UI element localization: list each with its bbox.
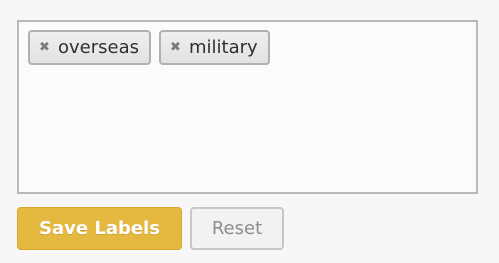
- labels-input-area[interactable]: ✖ overseas ✖ military: [17, 20, 478, 194]
- label-chip-text: overseas: [58, 37, 139, 58]
- action-buttons: Save Labels Reset: [17, 207, 284, 250]
- label-chip-text: military: [189, 37, 258, 58]
- save-labels-button[interactable]: Save Labels: [17, 207, 182, 250]
- label-chip-military: ✖ military: [159, 30, 270, 65]
- reset-button[interactable]: Reset: [190, 207, 284, 250]
- close-icon[interactable]: ✖: [37, 40, 52, 55]
- label-editor: ✖ overseas ✖ military Save Labels Reset: [0, 0, 499, 263]
- label-chip-list: ✖ overseas ✖ military: [28, 30, 476, 65]
- label-chip-overseas: ✖ overseas: [28, 30, 151, 65]
- close-icon[interactable]: ✖: [168, 40, 183, 55]
